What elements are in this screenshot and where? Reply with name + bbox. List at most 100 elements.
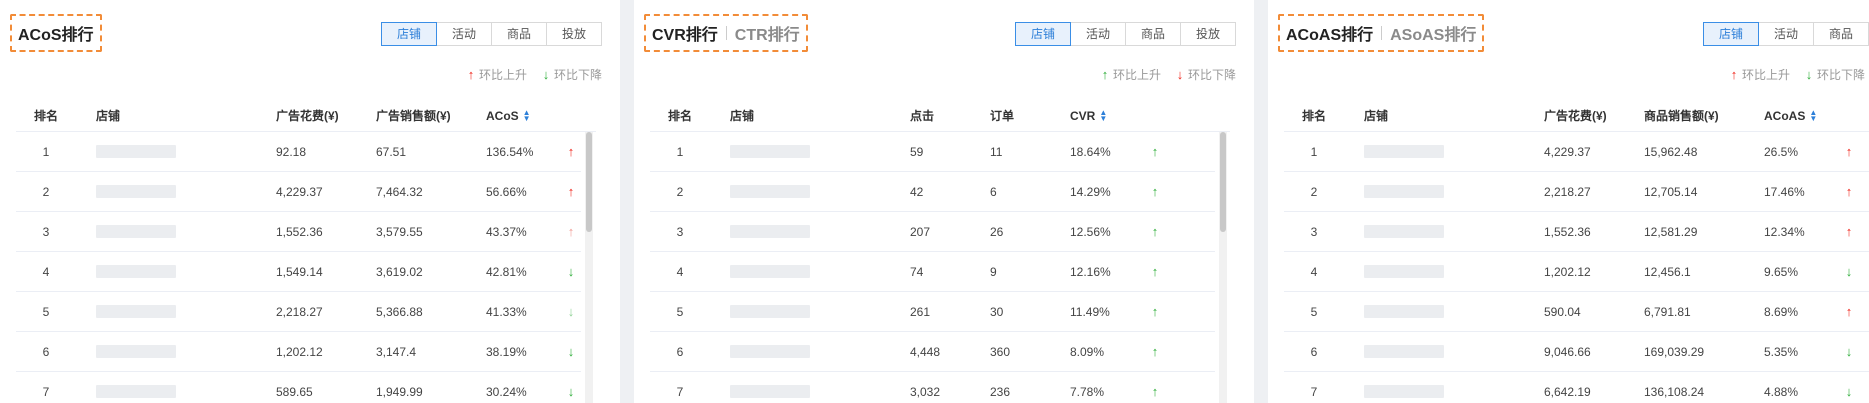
trend-down-icon: ↓	[1845, 264, 1853, 279]
row-store[interactable]	[1344, 225, 1544, 238]
row-value-b: 26	[990, 224, 1004, 239]
table-row[interactable]: 1 92.18 67.51 136.54% ↑	[16, 132, 581, 172]
tab-store[interactable]: 店铺	[1015, 22, 1071, 46]
row-rank: 5	[42, 304, 50, 319]
row-store[interactable]	[76, 225, 276, 238]
header-acoas[interactable]: ACoAS ▲ ▼	[1764, 109, 1844, 123]
table-row[interactable]: 5 2,218.27 5,366.88 41.33% ↓	[16, 292, 581, 332]
row-store[interactable]	[76, 345, 276, 358]
table-scrollbar[interactable]	[585, 132, 593, 403]
store-name-redacted	[1364, 185, 1444, 198]
table-row[interactable]: 4 1,549.14 3,619.02 42.81% ↓	[16, 252, 581, 292]
row-store[interactable]	[710, 145, 910, 158]
row-store[interactable]	[1344, 305, 1544, 318]
row-store[interactable]	[76, 385, 276, 398]
header-cvr[interactable]: CVR ▲ ▼	[1070, 109, 1150, 123]
row-rank: 5	[676, 304, 684, 319]
table-row[interactable]: 5 261 30 11.49% ↑	[650, 292, 1215, 332]
row-rank: 6	[1310, 344, 1318, 359]
dimension-tabs: 店铺 活动 商品	[1703, 22, 1869, 46]
row-store[interactable]	[710, 225, 910, 238]
scrollbar-thumb[interactable]	[586, 132, 592, 232]
table-row[interactable]: 4 1,202.12 12,456.1 9.65% ↓	[1284, 252, 1869, 292]
panel-title[interactable]: ACoAS排行	[1286, 21, 1373, 45]
tab-product[interactable]: 商品	[1125, 22, 1181, 46]
row-metric: 136.54%	[486, 144, 534, 159]
table-row[interactable]: 4 74 9 12.16% ↑	[650, 252, 1215, 292]
tab-campaign[interactable]: 活动	[1758, 22, 1814, 46]
table-row[interactable]: 1 4,229.37 15,962.48 26.5% ↑	[1284, 132, 1869, 172]
table-row[interactable]: 3 1,552.36 3,579.55 43.37% ↑	[16, 212, 581, 252]
sort-icon[interactable]: ▲ ▼	[1099, 109, 1107, 123]
tab-campaign[interactable]: 活动	[1070, 22, 1126, 46]
row-store[interactable]	[1344, 385, 1544, 398]
row-store[interactable]	[1344, 185, 1544, 198]
row-value-b: 1,949.99	[376, 384, 423, 399]
scrollbar-thumb[interactable]	[1220, 132, 1226, 232]
row-store[interactable]	[710, 345, 910, 358]
row-value-b: 12,581.29	[1644, 224, 1698, 239]
sort-icon[interactable]: ▲ ▼	[1809, 109, 1817, 123]
row-value-b: 236	[990, 384, 1011, 399]
table-row[interactable]: 6 4,448 360 8.09% ↑	[650, 332, 1215, 372]
table-row[interactable]: 2 4,229.37 7,464.32 56.66% ↑	[16, 172, 581, 212]
table-row[interactable]: 5 590.04 6,791.81 8.69% ↑	[1284, 292, 1869, 332]
row-store[interactable]	[710, 385, 910, 398]
panel-title-alt[interactable]: CTR排行	[735, 21, 800, 45]
tab-targeting[interactable]: 投放	[546, 22, 602, 46]
panel-title[interactable]: CVR排行	[652, 21, 718, 45]
panel-title[interactable]: ACoS排行	[18, 21, 94, 45]
table-row[interactable]: 2 2,218.27 12,705.14 17.46% ↑	[1284, 172, 1869, 212]
panel-title-alt[interactable]: ASoAS排行	[1390, 21, 1476, 45]
table-row[interactable]: 1 59 11 18.64% ↑	[650, 132, 1215, 172]
store-name-redacted	[730, 225, 810, 238]
trend-up-icon: ↑	[1151, 144, 1159, 159]
row-metric: 9.65%	[1764, 264, 1799, 279]
tab-store[interactable]: 店铺	[381, 22, 437, 46]
row-metric: 12.34%	[1764, 224, 1805, 239]
row-store[interactable]	[76, 145, 276, 158]
row-value-a: 74	[910, 264, 924, 279]
row-store[interactable]	[1344, 345, 1544, 358]
row-value-a: 4,229.37	[276, 184, 323, 199]
row-store[interactable]	[76, 185, 276, 198]
tab-targeting[interactable]: 投放	[1180, 22, 1236, 46]
tab-campaign[interactable]: 活动	[436, 22, 492, 46]
store-name-redacted	[730, 385, 810, 398]
row-metric: 56.66%	[486, 184, 527, 199]
table-row[interactable]: 7 3,032 236 7.78% ↑	[650, 372, 1215, 403]
tab-product[interactable]: 商品	[1813, 22, 1869, 46]
row-store[interactable]	[710, 185, 910, 198]
row-store[interactable]	[76, 305, 276, 318]
store-name-redacted	[96, 305, 176, 318]
tab-store[interactable]: 店铺	[1703, 22, 1759, 46]
row-rank: 6	[42, 344, 50, 359]
table-row[interactable]: 6 9,046.66 169,039.29 5.35% ↓	[1284, 332, 1869, 372]
trend-up-icon: ↑	[567, 144, 575, 159]
tab-product[interactable]: 商品	[491, 22, 547, 46]
header-acos[interactable]: ACoS ▲ ▼	[486, 109, 566, 123]
row-store[interactable]	[710, 305, 910, 318]
row-store[interactable]	[1344, 265, 1544, 278]
store-name-redacted	[96, 385, 176, 398]
row-metric: 12.56%	[1070, 224, 1111, 239]
table-row[interactable]: 6 1,202.12 3,147.4 38.19% ↓	[16, 332, 581, 372]
row-rank: 4	[42, 264, 50, 279]
row-store[interactable]	[710, 265, 910, 278]
table-row[interactable]: 3 207 26 12.56% ↑	[650, 212, 1215, 252]
trend-down-icon: ↓	[567, 264, 575, 279]
table-row[interactable]: 7 6,642.19 136,108.24 4.88% ↓	[1284, 372, 1869, 403]
row-store[interactable]	[76, 265, 276, 278]
row-store[interactable]	[1344, 145, 1544, 158]
sort-icon[interactable]: ▲ ▼	[523, 109, 531, 123]
store-name-redacted	[1364, 385, 1444, 398]
header-store: 店铺	[1364, 109, 1389, 123]
row-value-b: 12,456.1	[1644, 264, 1691, 279]
dashboard: ACoS排行 店铺 活动 商品 投放 ↑ 环比上升 ↓ 环比下降 排名 店铺 广告花…	[0, 0, 1869, 403]
store-name-redacted	[730, 185, 810, 198]
table-row[interactable]: 2 42 6 14.29% ↑	[650, 172, 1215, 212]
table-row[interactable]: 3 1,552.36 12,581.29 12.34% ↑	[1284, 212, 1869, 252]
table-scrollbar[interactable]	[1219, 132, 1227, 403]
table-row[interactable]: 7 589.65 1,949.99 30.24% ↓	[16, 372, 581, 403]
row-metric: 11.49%	[1070, 304, 1110, 319]
